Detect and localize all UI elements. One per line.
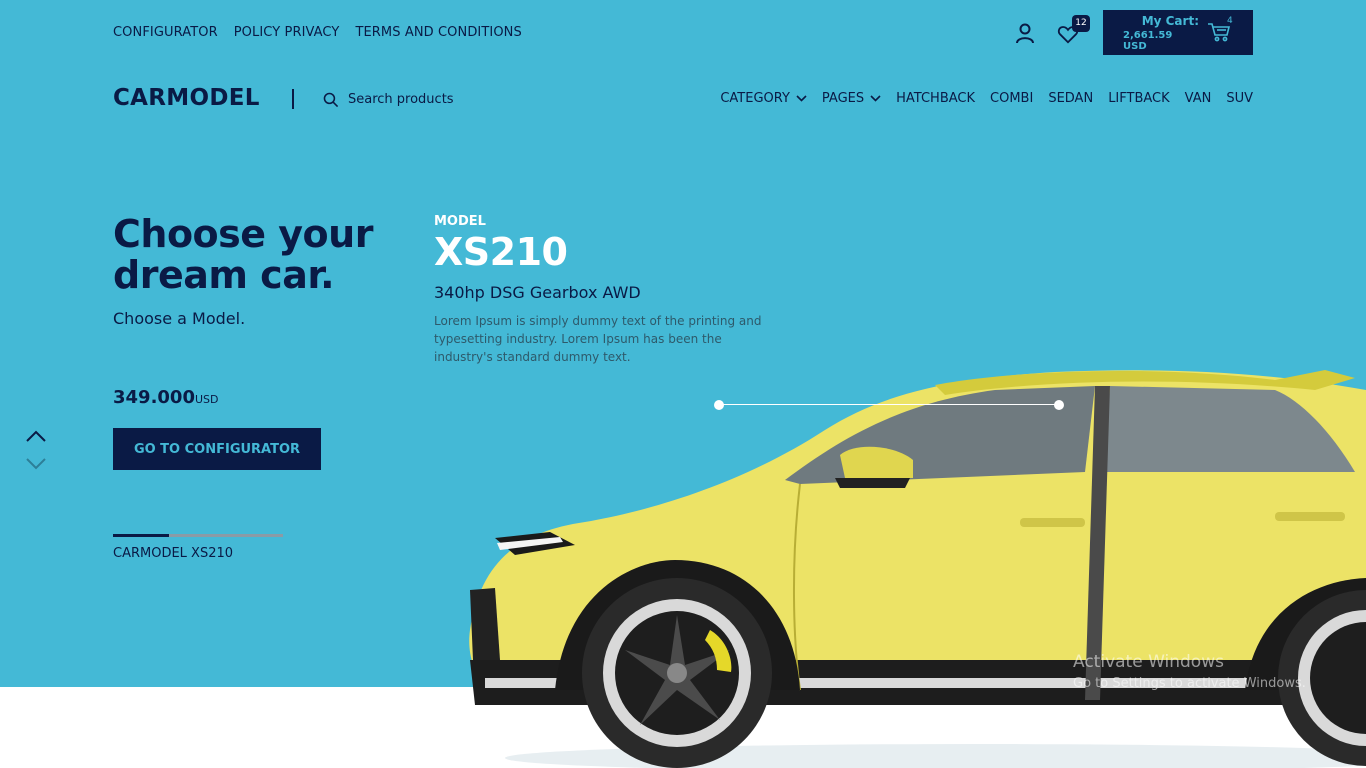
price: 349.000USD xyxy=(113,387,219,408)
feature-hotspot[interactable] xyxy=(714,400,724,410)
nav-item-hatchback[interactable]: HATCHBACK xyxy=(896,91,975,106)
nav-item-liftback[interactable]: LIFTBACK xyxy=(1108,91,1169,106)
cart-button[interactable]: My Cart: 2,661.59 USD 4 xyxy=(1103,10,1253,55)
nav-item-van[interactable]: VAN xyxy=(1185,91,1212,106)
top-link-policy-privacy[interactable]: POLICY PRIVACY xyxy=(234,25,340,40)
cart-count: 4 xyxy=(1227,16,1233,26)
nav-item-pages[interactable]: PAGES xyxy=(822,91,881,106)
chevron-down-icon xyxy=(870,95,881,102)
search-icon[interactable] xyxy=(322,91,339,108)
search-box xyxy=(322,89,482,109)
chevron-down-icon xyxy=(796,95,807,102)
slide-progress xyxy=(113,534,283,537)
hero-headline: Choose your dream car. xyxy=(113,212,373,297)
nav-item-suv[interactable]: SUV xyxy=(1226,91,1253,106)
watermark-subtitle: Go to Settings to activate Windows. xyxy=(1073,676,1306,691)
nav-item-label: CATEGORY xyxy=(720,91,790,106)
cart-summary: My Cart: 2,661.59 USD xyxy=(1123,14,1199,52)
go-to-configurator-button[interactable]: GO TO CONFIGURATOR xyxy=(113,428,321,470)
nav-item-label: PAGES xyxy=(821,91,865,106)
hero-subhead: Choose a Model. xyxy=(113,309,246,328)
top-link-configurator[interactable]: CONFIGURATOR xyxy=(113,25,218,40)
slide-next-arrow-icon[interactable] xyxy=(24,456,48,472)
nav-item-category[interactable]: CATEGORY xyxy=(720,91,807,106)
main-nav: CATEGORY PAGES HATCHBACK COMBI SEDAN LIF… xyxy=(720,91,1253,106)
activate-windows-watermark: Activate Windows Go to Settings to activ… xyxy=(1073,652,1306,691)
top-links: CONFIGURATOR POLICY PRIVACY TERMS AND CO… xyxy=(113,25,522,40)
model-name: XS210 xyxy=(434,230,568,274)
slide-prev-arrow-icon[interactable] xyxy=(24,428,48,444)
wishlist-button[interactable]: 12 xyxy=(1057,15,1090,46)
model-label: MODEL xyxy=(434,214,486,229)
nav-item-combi[interactable]: COMBI xyxy=(990,91,1033,106)
feature-hotspot[interactable] xyxy=(1054,400,1064,410)
wishlist-count-badge: 12 xyxy=(1072,15,1090,32)
top-link-terms[interactable]: TERMS AND CONDITIONS xyxy=(355,25,521,40)
watermark-title: Activate Windows xyxy=(1073,652,1224,672)
nav-item-sedan[interactable]: SEDAN xyxy=(1048,91,1093,106)
price-value: 349.000 xyxy=(113,387,195,408)
price-currency: USD xyxy=(194,393,219,406)
slide-progress-fill xyxy=(113,534,170,537)
cart-total: 2,661.59 USD xyxy=(1123,29,1173,52)
logo[interactable]: CARMODEL xyxy=(113,85,260,111)
model-spec: 340hp DSG Gearbox AWD xyxy=(434,283,641,302)
header-divider xyxy=(292,89,294,109)
model-description: Lorem Ipsum is simply dummy text of the … xyxy=(434,314,762,364)
feature-hotspot-line xyxy=(719,404,1059,405)
slide-name: CARMODEL XS210 xyxy=(113,546,234,561)
car-image xyxy=(469,370,1366,768)
user-icon[interactable] xyxy=(1013,21,1037,45)
search-input[interactable] xyxy=(348,91,478,107)
cart-label: My Cart: xyxy=(1141,13,1199,28)
